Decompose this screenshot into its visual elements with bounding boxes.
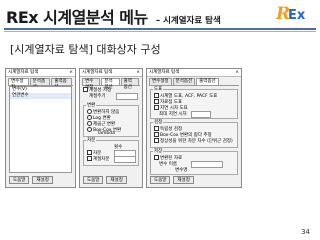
slide-title: REx 시계열분석 메뉴 – 시계열자료 탐색 (6, 4, 221, 28)
group-tests-label: 검정 (153, 119, 164, 125)
help-button[interactable]: 도움말 (150, 176, 171, 184)
variable-list[interactable]: 변수(V) 연관변수 (9, 86, 72, 173)
reset-button[interactable]: 재설정 (173, 176, 194, 184)
group-tests: 검정 독립성 검정 Box-Cox 변환의 람다 추정 정상성을 위한 차분 차… (150, 119, 238, 148)
help-button[interactable]: 도움말 (83, 176, 104, 184)
tab-analysis-options[interactable]: 분석옵션 (29, 78, 51, 90)
group-differencing: 차분 횟수 차분 계절차분 (83, 137, 139, 166)
tab-output-options[interactable]: 출력옵션 (51, 78, 73, 90)
logo-ex: Ex (288, 8, 306, 23)
tab-output-options[interactable]: 출력옵션 (196, 78, 219, 85)
season-period-input[interactable] (116, 93, 138, 100)
slide-subtitle: [시계열자료 탐색] 대화상자 구성 (10, 43, 161, 56)
slide-title-sub: – 시계열자료 탐색 (155, 16, 221, 26)
reset-button[interactable]: 재설정 (32, 176, 53, 184)
button-row: 도움말 재설정 (150, 176, 238, 184)
checkbox-icon (154, 138, 159, 143)
tab-variable-settings[interactable]: 변수설정 (8, 78, 29, 90)
test-unitroot-label: 정상성을 위한 차분 차수 (단위근 검정) (160, 139, 233, 144)
lambda-label: lambda (98, 131, 115, 136)
tab-analysis-options[interactable]: 분석옵션 (101, 78, 120, 90)
close-icon[interactable]: × (235, 69, 239, 76)
group-plots-label: 도표 (153, 86, 164, 92)
close-icon[interactable]: × (69, 69, 73, 76)
window-title: 시계열자료 탐색 (149, 70, 180, 75)
button-row: 도움말 재설정 (9, 176, 72, 184)
radio-icon (87, 115, 92, 120)
window-titlebar: 시계열자료 탐색 × (80, 69, 142, 77)
checkbox-icon (154, 105, 159, 110)
radio-icon (87, 109, 92, 114)
test-unitroot-checkbox[interactable]: 정상성을 위한 차분 차수 (단위근 검정) (154, 138, 233, 144)
dialog-analysis-options: 시계열자료 탐색 × 변수설정 분석옵션 출력옵션 계절성 지정 계절주기 변환… (79, 68, 143, 188)
group-plots: 도표 시계열 도표, ACF, PACF 도표 자료점 도표 지연 시차 도표 … (150, 86, 238, 119)
header-rule-thin (4, 31, 316, 32)
group-diff-label: 차분 (86, 137, 97, 143)
radio-icon (87, 127, 92, 132)
dialog-variable-settings: 시계열자료 탐색 × 변수설정 분석옵션 출력옵션 변수(V) 연관변수 도움말… (5, 68, 76, 188)
save-var-name-input[interactable] (191, 161, 223, 168)
seasonal-diff-label: 계절차분 (93, 157, 110, 162)
tab-bar: 변수설정 분석옵션 출력옵션 (82, 78, 140, 90)
tab-bar: 변수설정 분석옵션 출력옵션 (8, 78, 73, 90)
window-title: 시계열자료 탐색 (8, 70, 39, 75)
reset-button[interactable]: 재설정 (106, 176, 127, 184)
help-button[interactable]: 도움말 (9, 176, 30, 184)
max-lag-label: 최대 지연 시차 (159, 112, 187, 117)
seasonal-diff-checkbox[interactable]: 계절차분 (87, 156, 110, 162)
checkbox-icon (87, 150, 92, 155)
checkbox-icon (87, 156, 92, 161)
checkbox-icon (154, 132, 159, 137)
tab-variable-settings[interactable]: 변수설정 (82, 78, 101, 90)
button-row: 도움말 재설정 (83, 176, 139, 184)
close-icon[interactable]: × (136, 69, 140, 76)
rex-logo: R Ex (276, 4, 314, 26)
header-rule (4, 28, 316, 30)
group-transform-label: 변환 (86, 102, 97, 108)
checkbox-icon (154, 155, 159, 160)
group-transform: 변환 변환하지 않음 Log 변환 제곱근 변환 Box-Cox 변환 lamb… (83, 102, 139, 137)
checkbox-icon (154, 93, 159, 98)
tab-variable-settings[interactable]: 변수설정 (149, 78, 172, 85)
window-title: 시계열자료 탐색 (82, 70, 113, 75)
dialog-output-options: 시계열자료 탐색 × 변수설정 분석옵션 출력옵션 도표 시계열 도표, ACF… (146, 68, 242, 188)
tab-output-options[interactable]: 출력옵션 (120, 78, 139, 90)
radio-icon (87, 121, 92, 126)
group-save-label: 저장 (153, 148, 164, 154)
window-titlebar: 시계열자료 탐색 × (6, 69, 75, 77)
max-lag-input[interactable] (191, 111, 211, 118)
checkbox-icon (154, 126, 159, 131)
save-var-label: 변수명 (175, 168, 188, 173)
checkbox-icon (154, 99, 159, 104)
slide-title-main: REx 시계열분석 메뉴 (6, 8, 148, 27)
seasonal-diff-count-input[interactable] (114, 156, 136, 163)
checkbox-icon (83, 87, 88, 92)
group-save: 저장 변환된 자료 변수 이름 변수명 (150, 148, 238, 175)
window-titlebar: 시계열자료 탐색 × (147, 69, 241, 77)
tab-bar: 변수설정 분석옵션 출력옵션 (149, 78, 239, 86)
list-item[interactable]: 연관변수 (10, 93, 71, 99)
tab-analysis-options[interactable]: 분석옵션 (172, 78, 196, 85)
season-period-label: 계절주기 (89, 94, 106, 99)
page-number: 34 (301, 228, 310, 236)
